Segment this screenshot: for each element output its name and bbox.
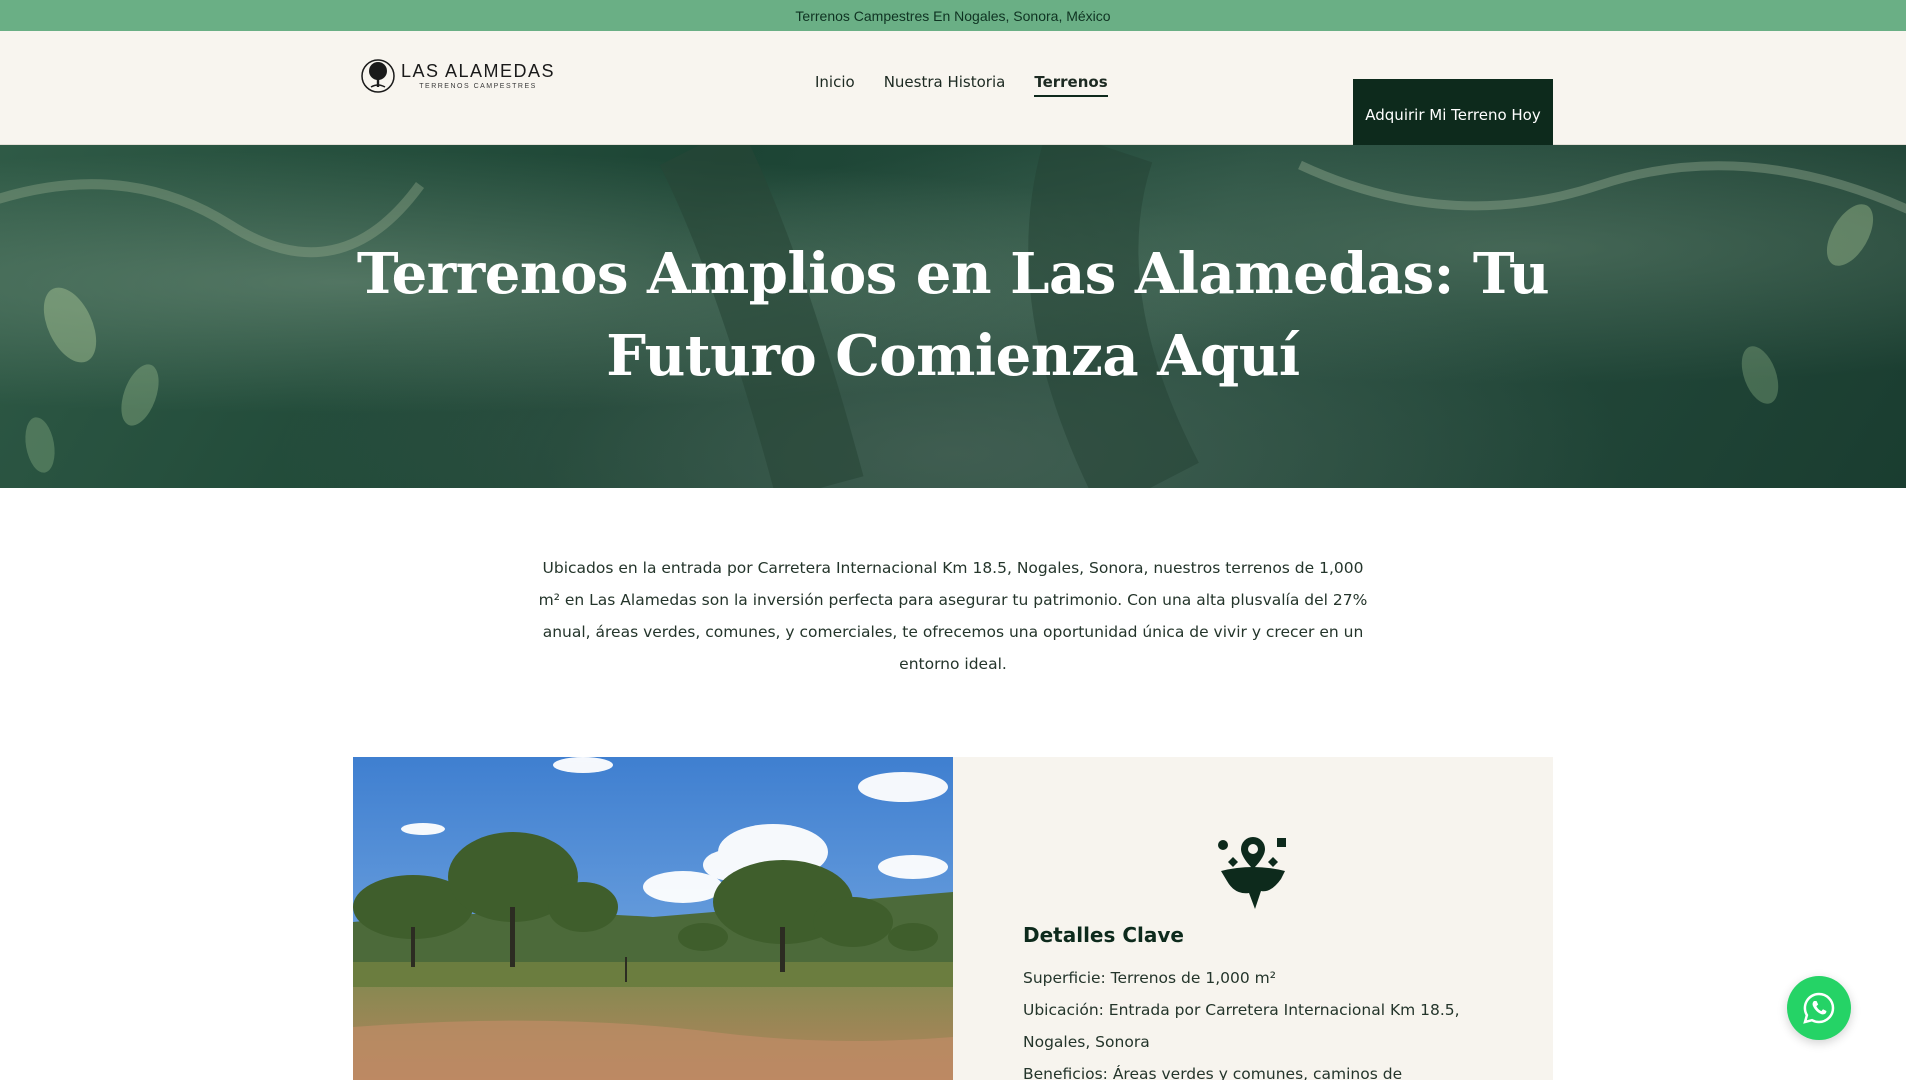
key-details-card: Detalles Clave Superficie: Terrenos de 1… — [953, 757, 1553, 1080]
map-location-icon — [1218, 837, 1286, 909]
tree-logo-icon — [361, 59, 395, 93]
details-item-surface: Superficie: Terrenos de 1,000 m² — [1023, 969, 1276, 987]
hero-banner: Terrenos Amplios en Las Alamedas: Tu Fut… — [0, 145, 1906, 488]
acquire-plot-button[interactable]: Adquirir Mi Terreno Hoy — [1353, 79, 1553, 151]
land-photo-image — [353, 757, 953, 1080]
announcement-bar: Terrenos Campestres En Nogales, Sonora, … — [0, 0, 1906, 31]
whatsapp-button[interactable] — [1787, 976, 1851, 1040]
whatsapp-icon — [1803, 992, 1835, 1024]
logo-subtitle: TERRENOS CAMPESTRES — [419, 83, 537, 90]
details-list: Superficie: Terrenos de 1,000 m² Ubicaci… — [1023, 962, 1463, 1080]
announcement-text: Terrenos Campestres En Nogales, Sonora, … — [795, 7, 1111, 24]
details-item-location: Ubicación: Entrada por Carretera Interna… — [1023, 1001, 1460, 1051]
land-photo — [353, 757, 953, 1080]
nav-item-terrenos[interactable]: Terrenos — [1034, 73, 1108, 97]
logo-title: LAS ALAMEDAS — [401, 61, 556, 81]
details-title: Detalles Clave — [1023, 923, 1184, 947]
details-item-benefits: Beneficios: Áreas verdes y comunes, cami… — [1023, 1065, 1403, 1080]
site-logo[interactable]: LAS ALAMEDAS TERRENOS CAMPESTRES — [361, 56, 555, 96]
site-header: LAS ALAMEDAS TERRENOS CAMPESTRES Inicio … — [0, 31, 1906, 151]
nav-item-inicio[interactable]: Inicio — [815, 73, 855, 97]
hero-title: Terrenos Amplios en Las Alamedas: Tu Fut… — [356, 241, 1550, 389]
main-nav: Inicio Nuestra Historia Terrenos — [815, 73, 1137, 97]
intro-paragraph: Ubicados en la entrada por Carretera Int… — [538, 559, 1368, 673]
nav-item-nuestra-historia[interactable]: Nuestra Historia — [884, 73, 1006, 97]
